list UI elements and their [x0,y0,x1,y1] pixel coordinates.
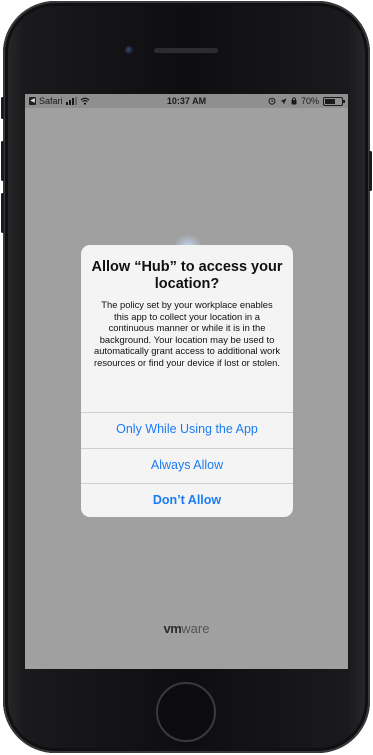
vmware-logo: vmware [25,621,348,636]
earpiece-speaker [154,48,218,53]
location-permission-dialog: Allow “Hub” to access your location? The… [81,245,293,517]
battery-percent: 70% [300,96,319,106]
status-bar: ◀ Safari 10:37 AM 70% [25,94,348,108]
dont-allow-button[interactable]: Don’t Allow [81,483,293,517]
volume-up-button [1,141,4,181]
power-button [369,151,372,191]
vmware-logo-rest: ware [181,621,210,636]
alarm-icon [268,97,276,105]
orientation-lock-icon [291,97,297,105]
dialog-title: Allow “Hub” to access your location? [91,259,283,292]
allow-while-using-button[interactable]: Only While Using the App [81,412,293,446]
status-bar-right: 70% [268,94,345,108]
battery-icon [323,96,345,106]
screen: ◀ Safari 10:37 AM 70% Allow “Hub” to acc… [25,94,348,669]
front-camera [125,46,134,55]
silent-switch [1,97,4,119]
location-arrow-icon [280,98,287,104]
volume-down-button [1,193,4,233]
home-button[interactable] [156,682,216,742]
always-allow-button[interactable]: Always Allow [81,448,293,482]
vmware-logo-bold: vm [163,621,182,636]
dialog-message: The policy set by your workplace enables… [93,299,281,368]
